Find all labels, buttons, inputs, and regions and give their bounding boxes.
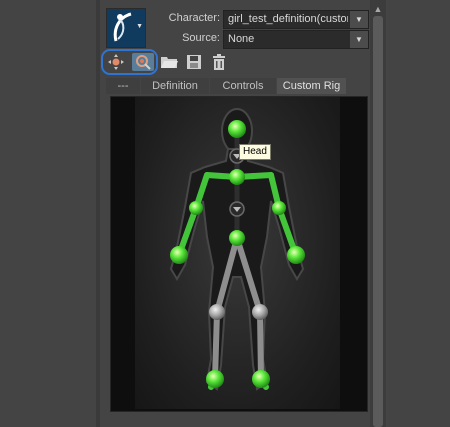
- trash-icon: [213, 54, 225, 70]
- right-empty-area: [386, 0, 450, 427]
- right-hand-effector[interactable]: [287, 246, 305, 264]
- left-elbow-effector[interactable]: [189, 201, 203, 215]
- right-foot-effector[interactable]: [252, 370, 270, 388]
- character-label: Character:: [168, 12, 220, 24]
- right-elbow-effector[interactable]: [272, 201, 286, 215]
- save-icon: [187, 55, 201, 69]
- effector-select-icon: [136, 55, 151, 70]
- save-button[interactable]: [183, 53, 205, 71]
- right-knee-effector[interactable]: [252, 304, 268, 320]
- tab-none[interactable]: ---: [106, 78, 140, 94]
- tab-definition[interactable]: Definition: [141, 78, 209, 94]
- full-body-select-button[interactable]: [105, 53, 127, 71]
- left-hand-effector[interactable]: [170, 246, 188, 264]
- chest-effector[interactable]: [229, 169, 245, 185]
- effector-select-button[interactable]: [132, 53, 154, 71]
- open-button[interactable]: [158, 53, 180, 71]
- chevron-down-icon: ▼: [136, 23, 143, 30]
- custom-rig-viewport[interactable]: Head: [110, 96, 368, 412]
- left-foot-effector[interactable]: [206, 370, 224, 388]
- right-shin-bone: [257, 309, 264, 382]
- hips-effector[interactable]: [229, 230, 245, 246]
- scroll-thumb[interactable]: [373, 16, 383, 427]
- character-menu-button[interactable]: ▼: [106, 8, 146, 48]
- source-value: None: [228, 33, 255, 45]
- left-empty-area: [0, 0, 96, 427]
- chevron-down-icon: ▼: [350, 11, 368, 28]
- source-label: Source:: [182, 32, 220, 44]
- source-dropdown[interactable]: None ▼: [223, 30, 369, 49]
- left-shin-bone: [212, 309, 220, 382]
- tab-custom-rig[interactable]: Custom Rig: [277, 78, 346, 94]
- tab-bar: --- Definition Controls Custom Rig: [106, 78, 346, 94]
- folder-icon: [161, 57, 178, 68]
- vertical-scrollbar[interactable]: ▲: [370, 0, 386, 427]
- left-knee-effector[interactable]: [209, 304, 225, 320]
- body-select-icon: [108, 54, 124, 70]
- chevron-down-icon: ▼: [350, 31, 368, 48]
- character-dropdown[interactable]: girl_test_definition(custom ▼: [223, 10, 369, 29]
- character-value: girl_test_definition(custom: [228, 13, 348, 25]
- delete-button[interactable]: [208, 53, 230, 71]
- scroll-up-arrow-icon[interactable]: ▲: [370, 0, 386, 16]
- effector-tooltip: Head: [239, 144, 271, 160]
- character-controls-panel: ▼ Character: girl_test_definition(custom…: [100, 0, 370, 427]
- tab-controls[interactable]: Controls: [210, 78, 276, 94]
- head-effector[interactable]: [228, 120, 246, 138]
